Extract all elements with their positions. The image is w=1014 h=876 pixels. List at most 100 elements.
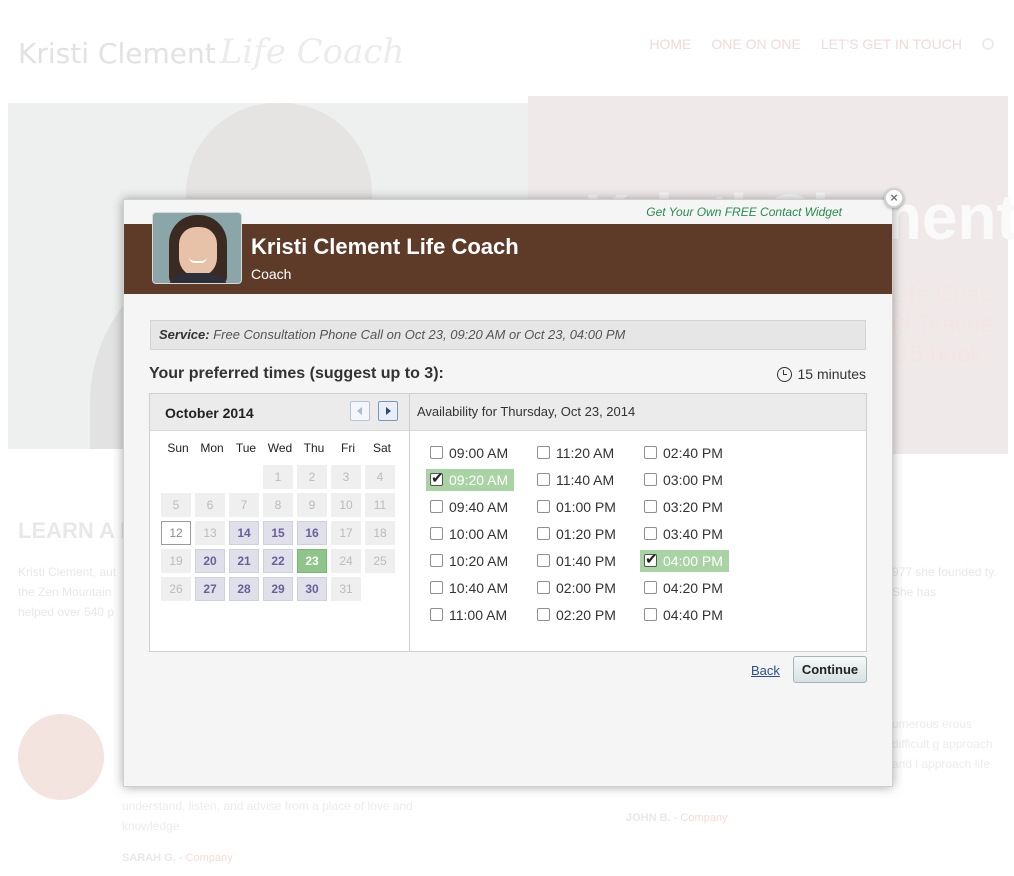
next-month-button[interactable] bbox=[378, 401, 398, 421]
time-slot[interactable]: 01:40 PM bbox=[533, 547, 633, 574]
time-slot-label: 02:40 PM bbox=[663, 444, 723, 461]
testimonial-text-right: umerous erous difficult g approach and l… bbox=[892, 717, 993, 771]
weekday-label: Sat bbox=[372, 441, 391, 455]
calendar-day[interactable]: 15 bbox=[263, 521, 293, 545]
calendar-blank bbox=[161, 465, 191, 489]
learn-text: Kristi Clement, aut the Zen Mountain hel… bbox=[18, 565, 117, 619]
time-slot[interactable]: 01:20 PM bbox=[533, 520, 633, 547]
time-slot[interactable]: 10:20 AM bbox=[426, 547, 526, 574]
calendar-day[interactable]: 21 bbox=[229, 549, 259, 573]
time-slot[interactable]: 03:40 PM bbox=[640, 520, 740, 547]
time-slot-label: 11:20 AM bbox=[556, 444, 615, 461]
site-logo[interactable]: Kristi Clement Life Coach bbox=[18, 32, 404, 72]
checkbox[interactable] bbox=[537, 446, 550, 459]
checkbox[interactable] bbox=[644, 550, 658, 568]
calendar-header: October 2014 bbox=[150, 394, 409, 431]
checkbox[interactable] bbox=[644, 473, 657, 486]
checkbox[interactable] bbox=[644, 446, 657, 459]
calendar-week: 19 20 21 22 23 24 25 bbox=[161, 549, 399, 573]
calendar-week: 26 27 28 29 30 31 bbox=[161, 577, 399, 601]
calendar-day[interactable]: 16 bbox=[297, 521, 327, 545]
checkbox[interactable] bbox=[430, 581, 443, 594]
month-label: October 2014 bbox=[165, 405, 254, 421]
availability-pane: Availability for Thursday, Oct 23, 2014 … bbox=[410, 394, 866, 651]
time-slot[interactable]: 02:00 PM bbox=[533, 574, 633, 601]
checkbox[interactable] bbox=[430, 527, 443, 540]
selected-time-highlight: 04:00 PM bbox=[640, 549, 729, 572]
time-slot-label: 10:20 AM bbox=[449, 552, 509, 569]
time-slot[interactable]: 01:00 PM bbox=[533, 493, 633, 520]
time-slot[interactable]: 11:40 AM bbox=[533, 466, 633, 493]
calendar-week: 1234 bbox=[161, 465, 399, 489]
checkbox[interactable] bbox=[644, 581, 657, 594]
checkbox[interactable] bbox=[430, 469, 444, 487]
calendar-day[interactable]: 23 bbox=[297, 549, 327, 573]
checkbox[interactable] bbox=[644, 527, 657, 540]
calendar-day[interactable]: 14 bbox=[229, 521, 259, 545]
checkbox[interactable] bbox=[430, 554, 443, 567]
back-link[interactable]: Back bbox=[751, 663, 780, 678]
checkbox[interactable] bbox=[644, 608, 657, 621]
checkbox[interactable] bbox=[537, 608, 550, 621]
learn-text-right: 977 she founded ty. She has bbox=[892, 565, 997, 599]
time-slot-label: 01:40 PM bbox=[556, 552, 616, 569]
time-slot[interactable]: 09:00 AM bbox=[426, 439, 526, 466]
coach-title: Coach bbox=[251, 266, 292, 282]
calendar-day: 25 bbox=[365, 549, 395, 573]
service-text: Free Consultation Phone Call on Oct 23, … bbox=[209, 327, 626, 342]
time-slot[interactable]: 11:20 AM bbox=[533, 439, 633, 466]
time-slot[interactable]: 04:20 PM bbox=[640, 574, 740, 601]
duration-text: 15 minutes bbox=[797, 366, 866, 382]
time-slot[interactable]: 09:20 AM bbox=[426, 466, 526, 493]
calendar-day: 24 bbox=[331, 549, 361, 573]
nav-one-on-one[interactable]: ONE ON ONE bbox=[711, 36, 800, 52]
arrow-left-icon bbox=[357, 407, 362, 415]
calendar-day[interactable]: 22 bbox=[263, 549, 293, 573]
checkbox[interactable] bbox=[537, 500, 550, 513]
calendar-day[interactable]: 20 bbox=[195, 549, 225, 573]
calendar-day[interactable]: 30 bbox=[297, 577, 327, 601]
time-slot-label: 03:40 PM bbox=[663, 525, 723, 542]
checkbox[interactable] bbox=[644, 500, 657, 513]
time-column: 09:00 AM 09:20 AM 09:40 AM 10:00 AM 10:20 AM… bbox=[426, 439, 526, 628]
time-slot[interactable]: 03:20 PM bbox=[640, 493, 740, 520]
search-icon[interactable] bbox=[982, 38, 994, 50]
site-logo-name: Kristi Clement bbox=[18, 37, 216, 70]
calendar-day: 10 bbox=[331, 493, 361, 517]
calendar-day[interactable]: 29 bbox=[263, 577, 293, 601]
coach-avatar bbox=[152, 212, 242, 284]
calendar-day[interactable]: 27 bbox=[195, 577, 225, 601]
time-slot-label: 03:20 PM bbox=[663, 498, 723, 515]
nav-home[interactable]: HOME bbox=[649, 36, 691, 52]
nav-get-in-touch[interactable]: LET'S GET IN TOUCH bbox=[821, 36, 962, 52]
time-slot[interactable]: 04:40 PM bbox=[640, 601, 740, 628]
time-slot[interactable]: 02:20 PM bbox=[533, 601, 633, 628]
calendar: October 2014 Sun Mon Tue Wed Thu Fri Sat 1 2 3 4 5 6… bbox=[150, 394, 410, 651]
checkbox[interactable] bbox=[537, 527, 550, 540]
time-slot[interactable]: 10:00 AM bbox=[426, 520, 526, 547]
checkbox[interactable] bbox=[430, 608, 443, 621]
time-slot[interactable]: 10:40 AM bbox=[426, 574, 526, 601]
checkbox[interactable] bbox=[537, 554, 550, 567]
time-picker: October 2014 Sun Mon Tue Wed Thu Fri Sat 1 2 3 4 5 6… bbox=[149, 393, 867, 652]
checkbox[interactable] bbox=[537, 581, 550, 594]
time-slot[interactable]: 04:00 PM bbox=[640, 547, 740, 574]
time-slot[interactable]: 09:40 AM bbox=[426, 493, 526, 520]
checkbox[interactable] bbox=[430, 446, 443, 459]
calendar-blank bbox=[195, 465, 225, 489]
calendar-day: 8 bbox=[263, 493, 293, 517]
time-slot[interactable]: 11:00 AM bbox=[426, 601, 526, 628]
checkbox[interactable] bbox=[537, 473, 550, 486]
free-widget-link[interactable]: Get Your Own FREE Contact Widget bbox=[646, 205, 842, 219]
close-icon[interactable]: × bbox=[884, 188, 904, 208]
time-slot-label: 04:20 PM bbox=[663, 579, 723, 596]
continue-button[interactable]: Continue bbox=[793, 656, 867, 683]
calendar-day: 19 bbox=[161, 549, 191, 573]
testimonial-text: understand, listen, and advise from a pl… bbox=[122, 799, 413, 833]
calendar-day[interactable]: 28 bbox=[229, 577, 259, 601]
prev-month-button[interactable] bbox=[350, 401, 370, 421]
calendar-day: 18 bbox=[365, 521, 395, 545]
checkbox[interactable] bbox=[430, 500, 443, 513]
time-slot[interactable]: 02:40 PM bbox=[640, 439, 740, 466]
time-slot[interactable]: 03:00 PM bbox=[640, 466, 740, 493]
